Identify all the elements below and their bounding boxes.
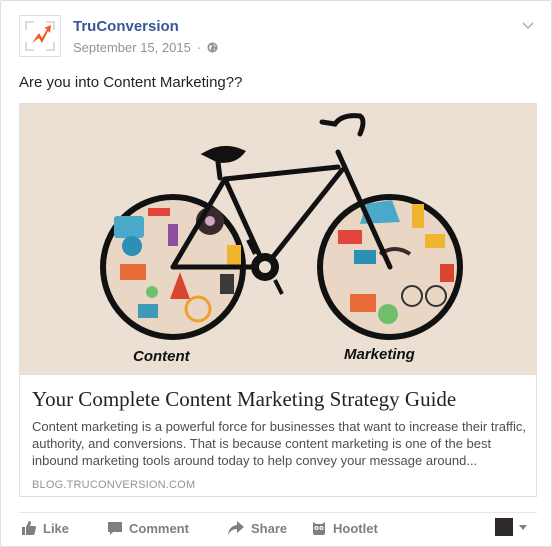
link-preview-body: Your Complete Content Marketing Strategy… (20, 374, 536, 496)
caret-down-icon[interactable] (519, 525, 527, 530)
owl-icon (313, 522, 325, 535)
link-domain: BLOG.TRUCONVERSION.COM (32, 479, 196, 491)
hootlet-button[interactable]: Hootlet (311, 520, 378, 536)
like-label: Like (43, 520, 70, 536)
link-title[interactable]: Your Complete Content Marketing Strategy… (32, 387, 456, 412)
share-button[interactable]: Share (227, 520, 287, 536)
chevron-down-icon[interactable] (521, 18, 535, 32)
separator-dot: · (196, 40, 202, 55)
comment-button[interactable]: Comment (107, 520, 189, 536)
page-name-link[interactable]: TruConversion (73, 18, 179, 35)
like-button[interactable]: Like (21, 520, 69, 536)
link-description: Content marketing is a powerful force fo… (32, 419, 526, 468)
hootlet-label: Hootlet (333, 520, 378, 536)
page-avatar[interactable] (19, 15, 61, 57)
share-label: Share (251, 520, 288, 536)
thumbs-up-icon (22, 521, 36, 535)
post-meta: September 15, 2015 · (73, 40, 218, 55)
comment-label: Comment (129, 520, 189, 536)
post-date[interactable]: September 15, 2015 (73, 40, 191, 55)
facebook-post: TruConversion September 15, 2015 · Are y… (0, 0, 552, 547)
truconversion-logo-icon (25, 21, 55, 51)
share-arrow-icon (228, 521, 244, 535)
globe-icon[interactable] (207, 42, 218, 53)
image-label-marketing: Marketing (344, 346, 415, 363)
post-action-bar: Like Comment Share Hootlet (19, 512, 537, 544)
post-message: Are you into Content Marketing?? (19, 74, 243, 91)
post-header: TruConversion September 15, 2015 · (19, 15, 537, 59)
link-preview-card[interactable]: Content Marketing Your Complete Content … (19, 103, 537, 497)
bicycle-illustration: Content Marketing (20, 104, 536, 374)
link-preview-image: Content Marketing (20, 104, 536, 374)
viewer-avatar[interactable] (495, 518, 513, 536)
comment-icon (108, 522, 122, 535)
image-label-content: Content (133, 348, 191, 365)
